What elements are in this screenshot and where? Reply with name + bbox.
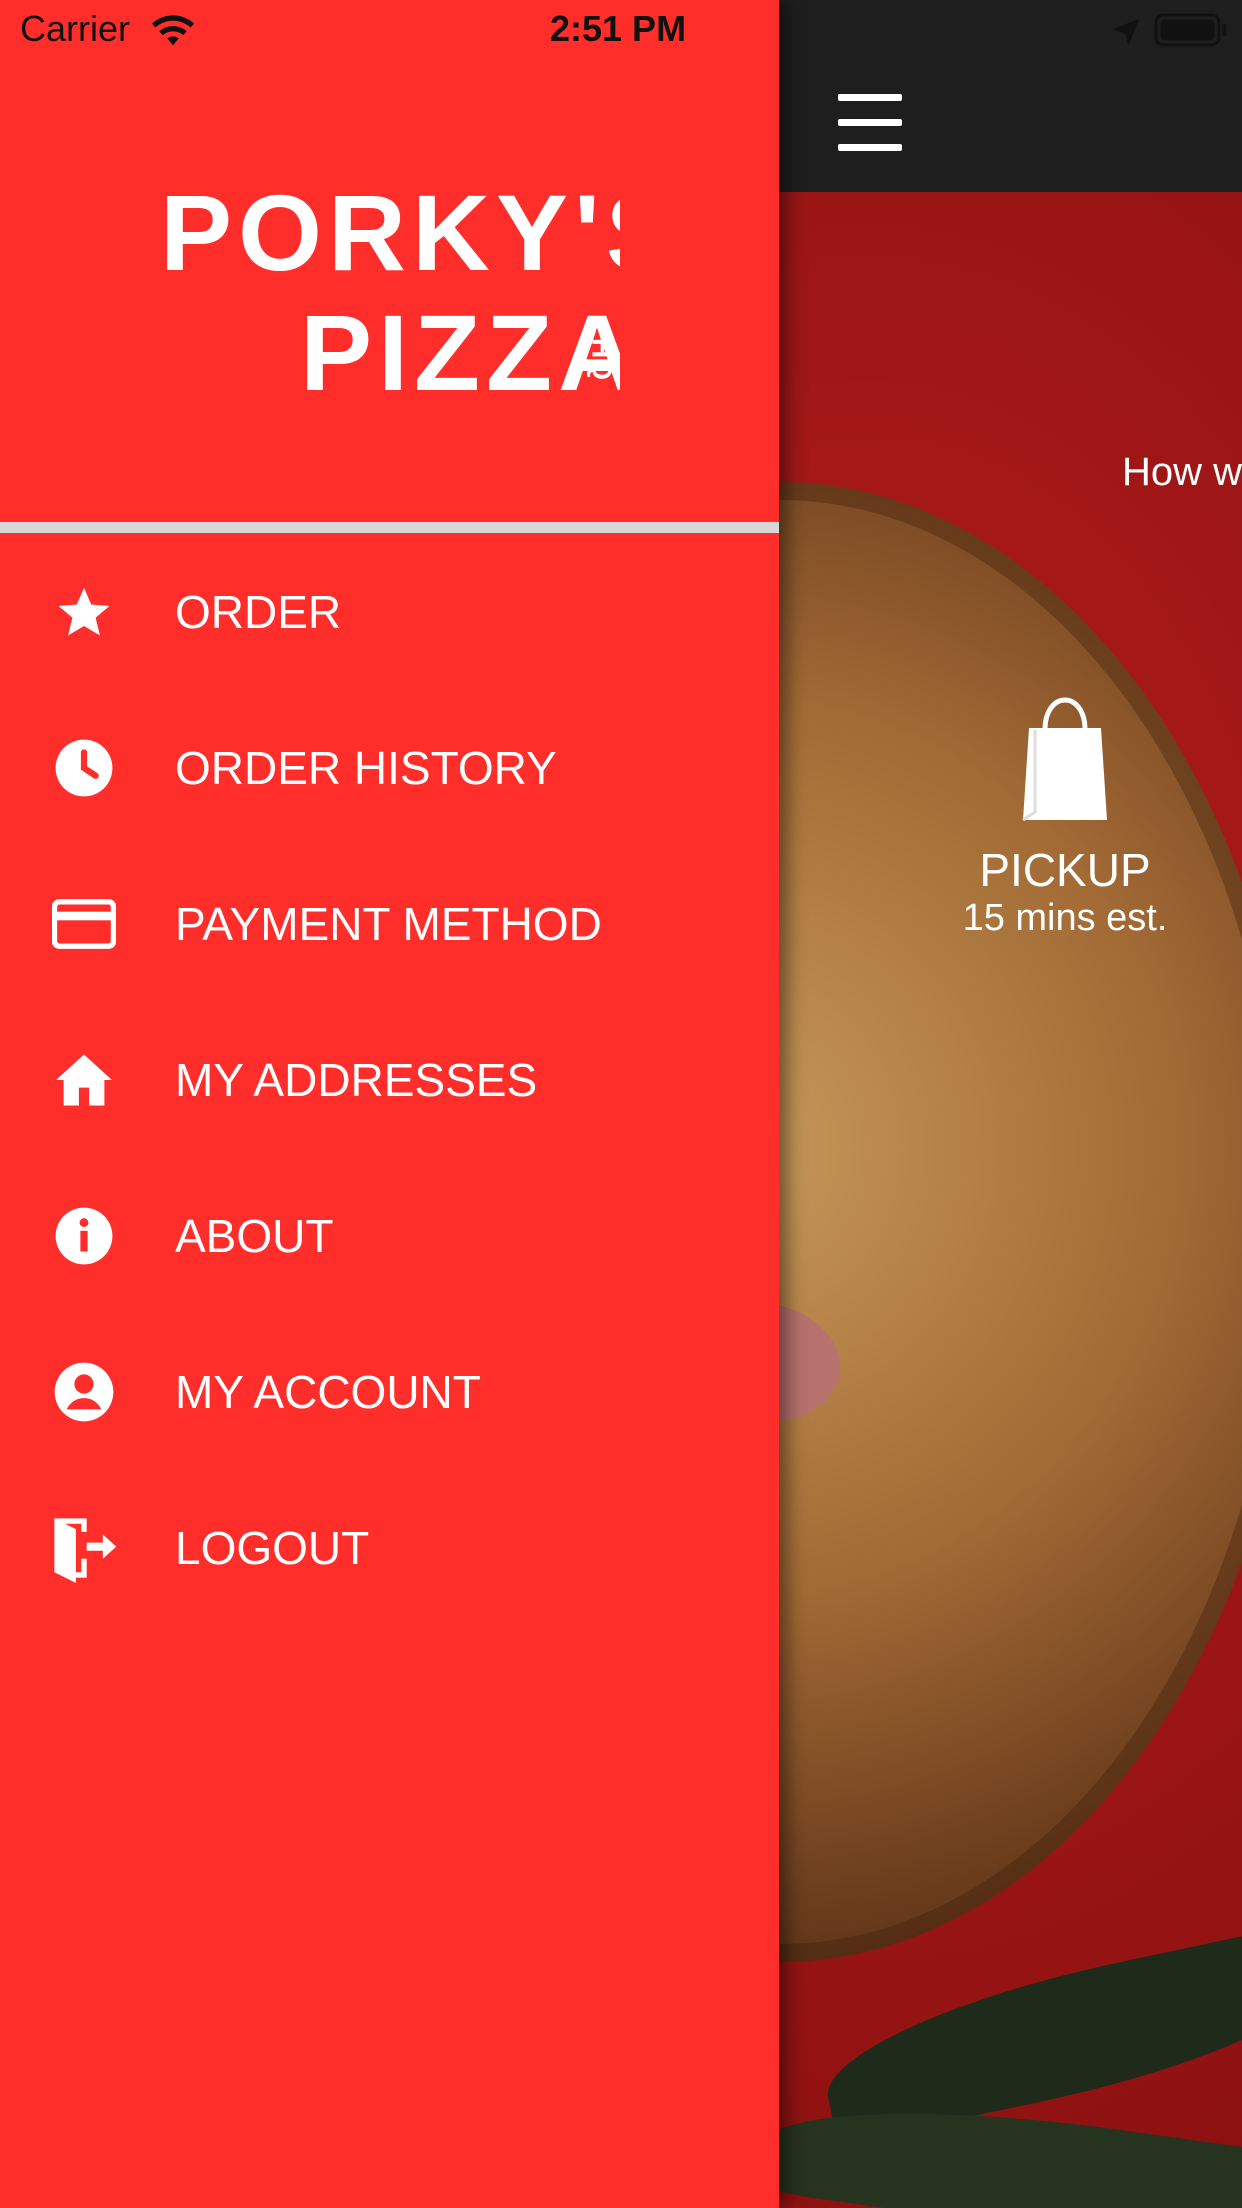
status-time: 2:51 PM [550, 8, 687, 49]
star-icon [48, 580, 120, 644]
credit-card-icon [48, 892, 120, 956]
menu-item-payment-method[interactable]: PAYMENT METHOD [0, 846, 779, 1002]
wifi-icon [151, 15, 195, 46]
pickup-option[interactable]: PICKUP 15 mins est. [940, 680, 1190, 940]
menu-item-label: PAYMENT METHOD [175, 898, 602, 950]
menu-item-label: ORDER HISTORY [175, 742, 557, 794]
home-icon [48, 1048, 120, 1112]
svg-text:HQ: HQ [587, 338, 618, 380]
menu-item-logout[interactable]: LOGOUT [0, 1470, 779, 1626]
navigation-drawer: PORKY'S PIZZA HQ ORDER ORDER HISTORY PAY… [0, 0, 779, 2208]
account-icon [48, 1360, 120, 1424]
shopping-bag-icon [1022, 697, 1107, 822]
svg-text:PIZZA: PIZZA [300, 292, 620, 410]
battery-icon [1154, 13, 1227, 47]
clock-icon [48, 736, 120, 800]
menu-item-label: ABOUT [175, 1210, 334, 1262]
menu-item-label: LOGOUT [175, 1522, 370, 1574]
menu-item-my-addresses[interactable]: MY ADDRESSES [0, 1002, 779, 1158]
delivery-question: How w [1122, 450, 1242, 494]
porkys-pizza-logo: PORKY'S PIZZA HQ [160, 172, 620, 410]
menu-item-order-history[interactable]: ORDER HISTORY [0, 690, 779, 846]
menu-item-label: MY ACCOUNT [175, 1366, 481, 1418]
svg-text:PORKY'S: PORKY'S [160, 172, 620, 293]
location-arrow-icon [1112, 18, 1140, 46]
menu-item-label: ORDER [175, 586, 342, 638]
menu-item-label: MY ADDRESSES [175, 1054, 538, 1106]
pickup-estimate: 15 mins est. [962, 897, 1168, 939]
menu-icon[interactable] [838, 92, 906, 154]
logout-icon [48, 1516, 120, 1583]
info-icon [48, 1204, 120, 1268]
carrier-label: Carrier [20, 8, 131, 49]
drawer-divider [0, 522, 779, 533]
menu-item-about[interactable]: ABOUT [0, 1158, 779, 1314]
menu-item-order[interactable]: ORDER [0, 534, 779, 690]
leaf-decoration [813, 1919, 1242, 2145]
status-bar: Carrier 2:51 PM [0, 0, 1242, 62]
pickup-title: PICKUP [979, 844, 1151, 896]
menu-item-my-account[interactable]: MY ACCOUNT [0, 1314, 779, 1470]
